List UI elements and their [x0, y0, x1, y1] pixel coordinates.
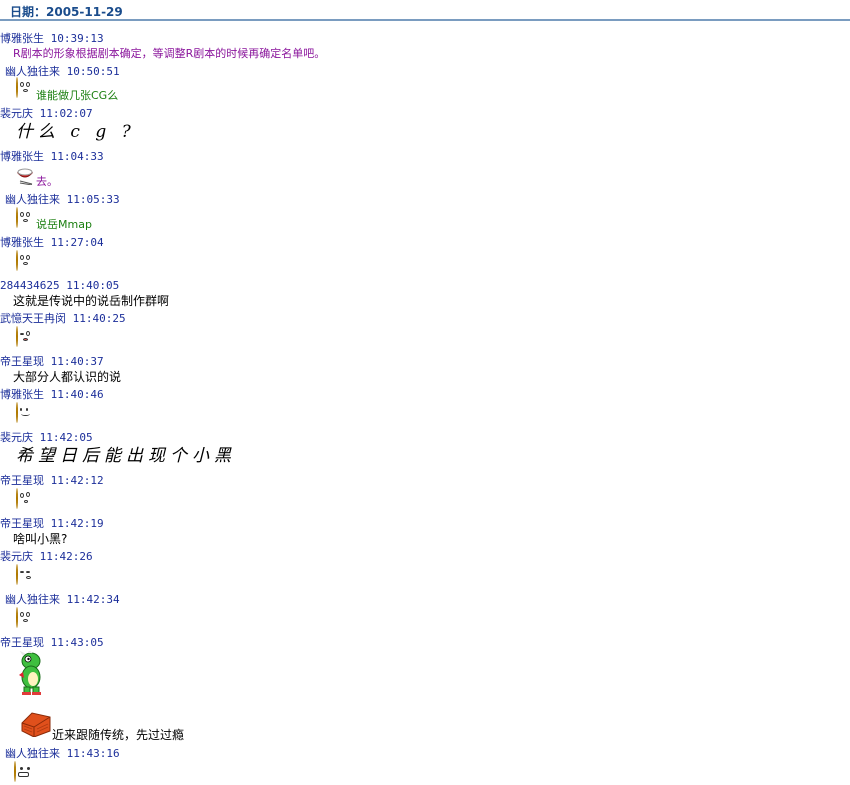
message-header: 284434625 11:40:05 [0, 279, 120, 292]
message-text: 去。 [36, 175, 58, 188]
message-header: 幽人独往来 11:42:34 [5, 593, 120, 606]
smile-face-icon [16, 402, 30, 423]
surprised-face-icon [16, 250, 30, 271]
message-text: 谁能做几张CG么 [36, 89, 119, 102]
message-text: 什么 c g ? [16, 122, 136, 142]
message-header: 幽人独往来 10:50:51 [5, 65, 120, 78]
message-header: 博雅张生 10:39:13 [0, 32, 104, 45]
message-header: 帝王星现 11:42:12 [0, 474, 104, 487]
message-header: 帝王星现 11:43:05 [0, 636, 104, 649]
message-text: 啥叫小黑? [13, 532, 68, 546]
message-header: 裴元庆 11:02:07 [0, 107, 93, 120]
message-text: 大部分人都认识的说 [13, 370, 122, 384]
wink-tongue-face-icon [16, 326, 30, 347]
red-brick-house-icon [20, 711, 52, 741]
message-header: 帝王星现 11:40:37 [0, 355, 104, 368]
thinking-face-icon [16, 564, 31, 585]
message-header: 裴元庆 11:42:26 [0, 550, 93, 563]
date-label: 日期：2005-11-29 [10, 5, 123, 19]
message-text: 近来跟随传统，先过过瘾 [52, 728, 185, 742]
grin-face-icon [14, 761, 30, 782]
message-text: 说岳Mmap [36, 218, 92, 231]
message-text: R剧本的形象根据剧本确定，等调整R剧本的时候再确定名单吧。 [13, 47, 326, 60]
message-header: 帝王星现 11:42:19 [0, 517, 104, 530]
confused-face-icon [16, 488, 30, 509]
date-header: 日期：2005-11-29 [0, 0, 850, 21]
surprised-face-icon [16, 77, 30, 98]
message-header: 幽人独往来 11:05:33 [5, 193, 120, 206]
message-header: 幽人独往来 11:43:16 [5, 747, 120, 760]
surprised-face-icon [16, 607, 30, 628]
message-text: 希望日后能出现个小黑 [16, 446, 236, 466]
message-header: 博雅张生 11:27:04 [0, 236, 104, 249]
surprised-face-icon [16, 207, 30, 228]
message-header: 武憶天王冉闵 11:40:25 [0, 312, 126, 325]
message-header: 博雅张生 11:40:46 [0, 388, 104, 401]
message-text: 这就是传说中的说岳制作群啊 [13, 294, 170, 308]
message-header: 博雅张生 11:04:33 [0, 150, 104, 163]
green-dragon-icon [16, 648, 48, 699]
message-header: 裴元庆 11:42:05 [0, 431, 93, 444]
rice-bowl-icon [16, 165, 34, 189]
